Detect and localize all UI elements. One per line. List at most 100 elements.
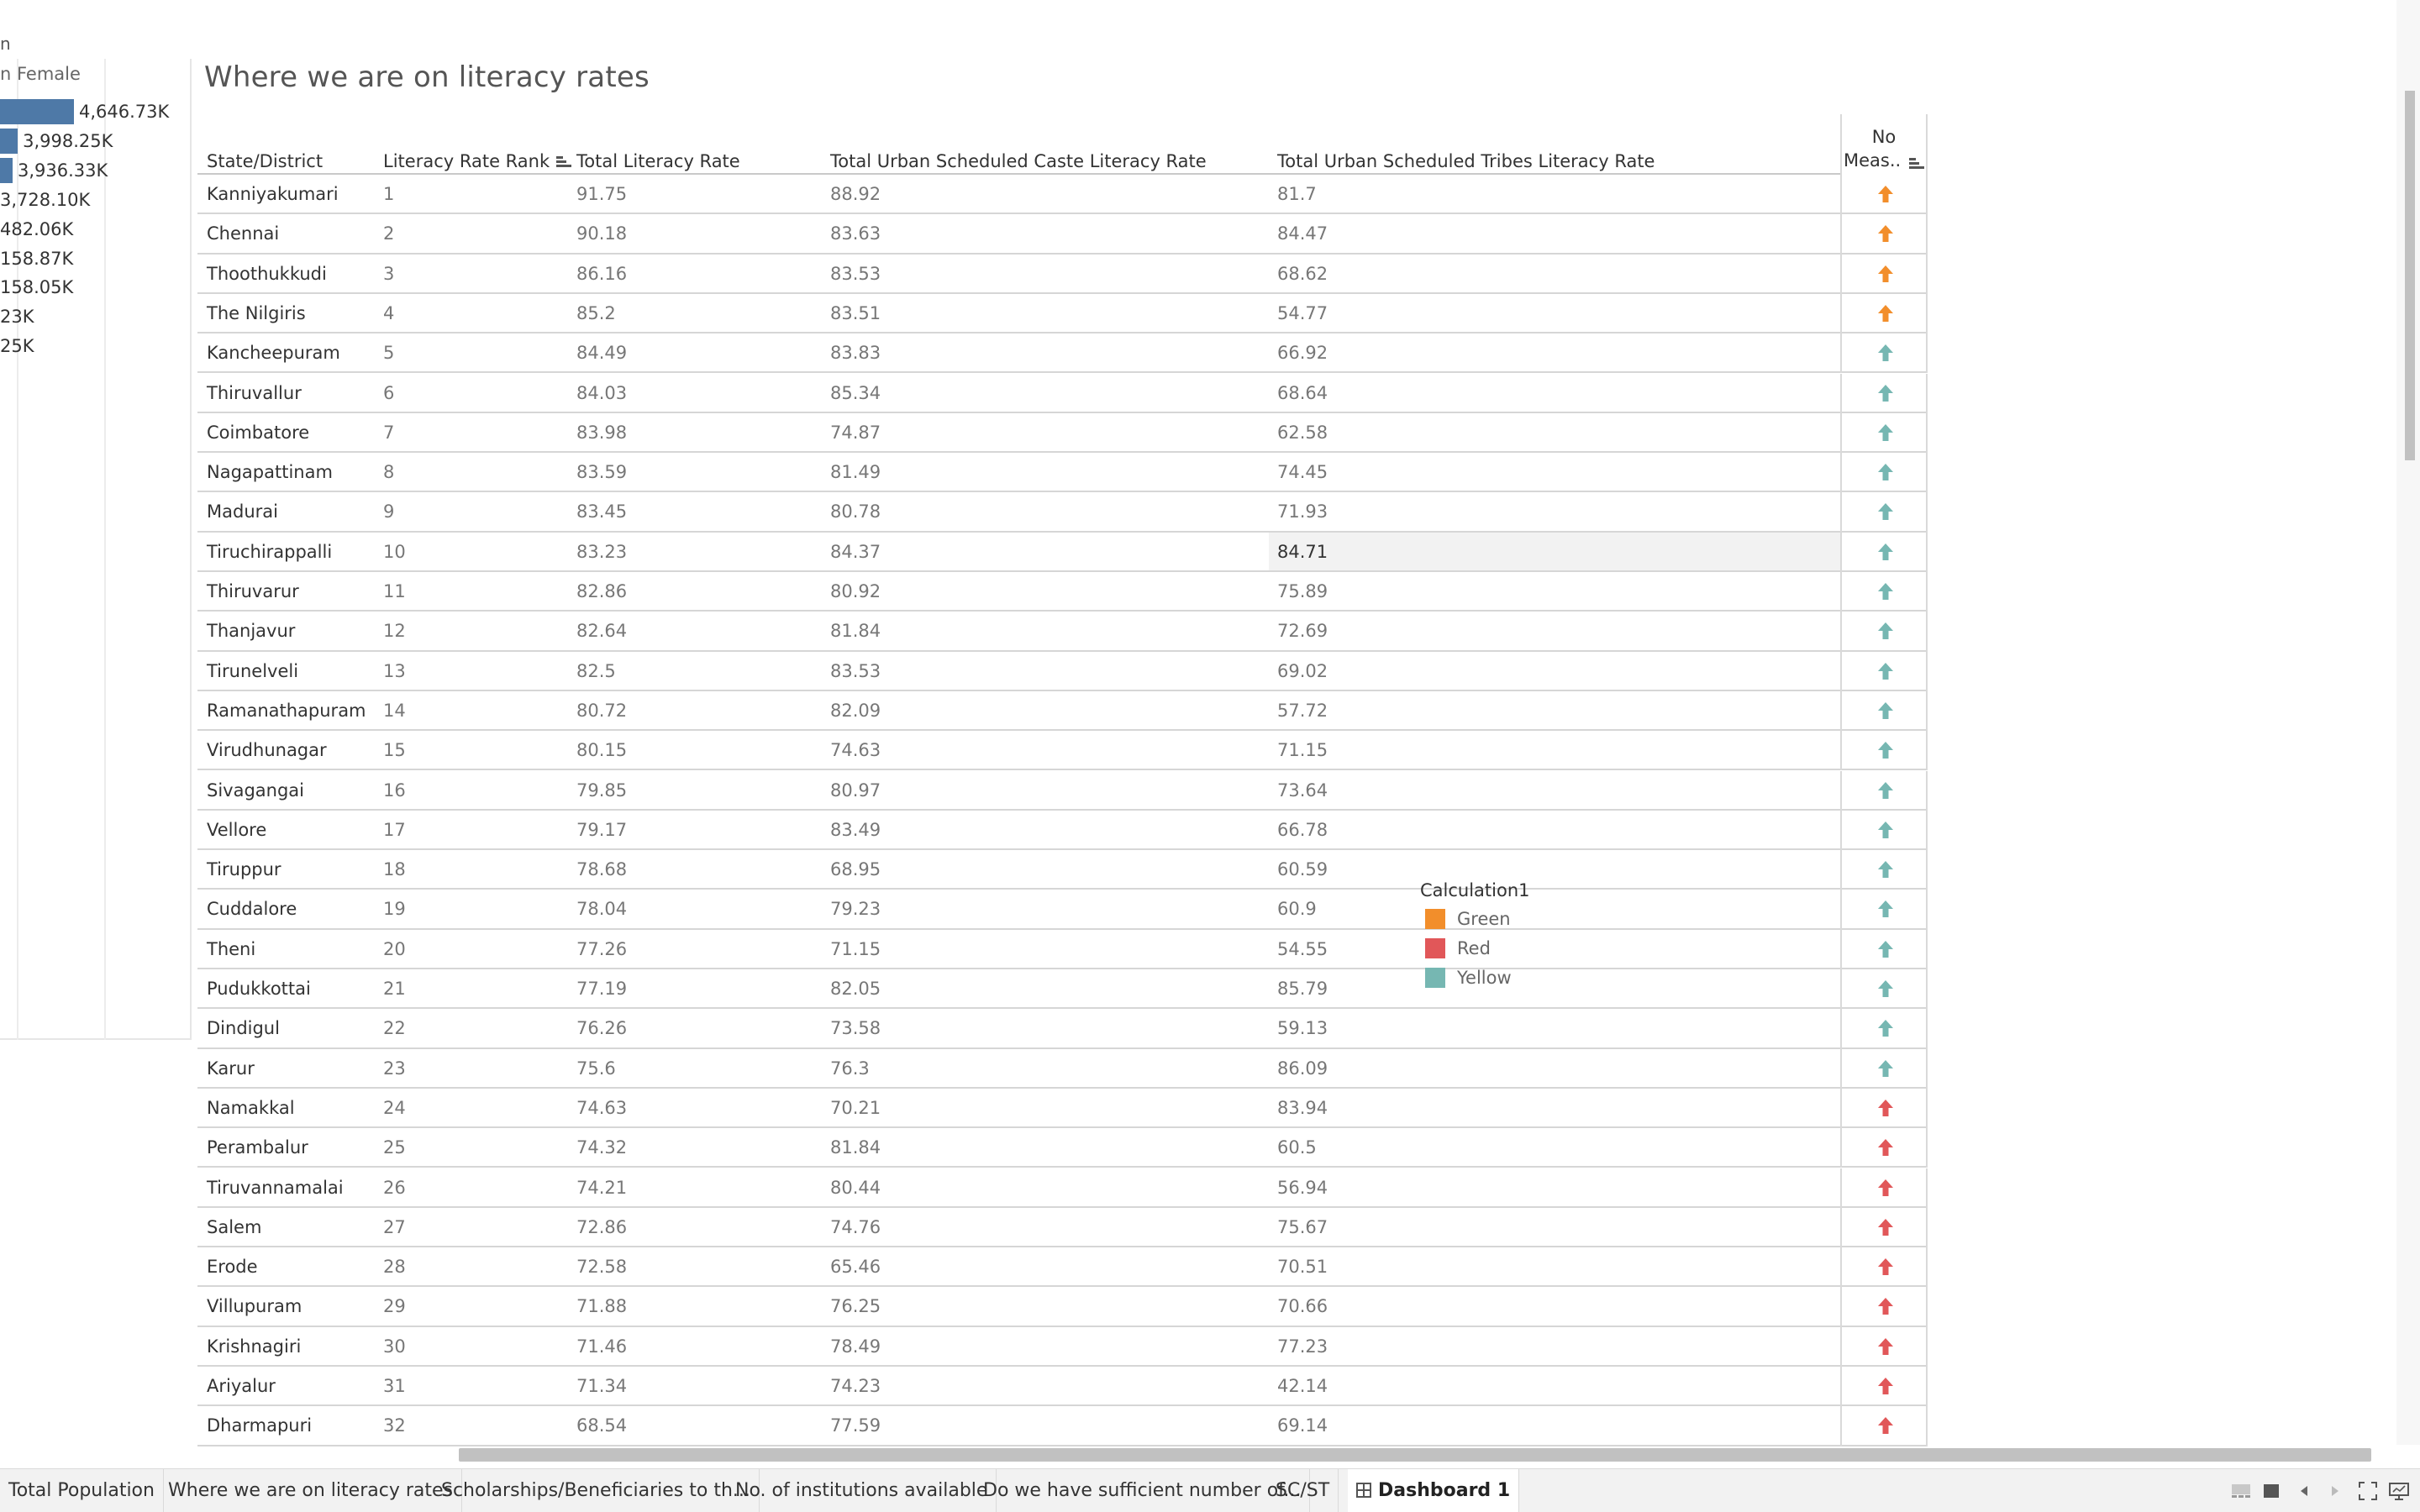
- cell-total[interactable]: 83.98: [576, 413, 627, 453]
- cell-rank[interactable]: 27: [383, 1208, 406, 1247]
- legend-item[interactable]: Yellow: [1420, 963, 1605, 992]
- table-row[interactable]: Cuddalore 19 78.04 79.23 60.9: [197, 890, 1928, 930]
- header-urban-sc-literacy-rate[interactable]: Total Urban Scheduled Caste Literacy Rat…: [830, 114, 1267, 175]
- up-arrow-icon[interactable]: [1876, 423, 1895, 442]
- cell-total[interactable]: 79.85: [576, 771, 627, 811]
- up-arrow-icon[interactable]: [1876, 940, 1895, 958]
- table-row[interactable]: Perambalur 25 74.32 81.84 60.5: [197, 1128, 1928, 1168]
- cell-indicator[interactable]: [1840, 651, 1928, 691]
- cell-sc[interactable]: 83.83: [830, 333, 881, 373]
- cell-total[interactable]: 72.86: [576, 1208, 627, 1247]
- cell-total[interactable]: 83.45: [576, 492, 627, 532]
- legend-item[interactable]: Red: [1420, 933, 1605, 963]
- cell-indicator[interactable]: [1840, 690, 1928, 732]
- cell-state-district[interactable]: Tirunelveli: [207, 652, 298, 691]
- cell-st[interactable]: 68.64: [1277, 374, 1328, 413]
- cell-indicator[interactable]: [1840, 810, 1928, 851]
- table-row[interactable]: Villupuram 29 71.88 76.25 70.66: [197, 1287, 1928, 1327]
- up-arrow-icon[interactable]: [1876, 622, 1895, 640]
- up-arrow-icon[interactable]: [1876, 463, 1895, 481]
- cell-sc[interactable]: 79.23: [830, 890, 881, 929]
- cell-total[interactable]: 84.03: [576, 374, 627, 413]
- cell-state-district[interactable]: Sivagangai: [207, 771, 304, 811]
- cell-indicator[interactable]: [1840, 572, 1928, 612]
- up-arrow-icon[interactable]: [1876, 860, 1895, 879]
- table-row[interactable]: Kanniyakumari 1 91.75 88.92 81.7: [197, 175, 1928, 215]
- up-arrow-icon[interactable]: [1876, 701, 1895, 720]
- cell-sc[interactable]: 74.76: [830, 1208, 881, 1247]
- vertical-scrollbar[interactable]: [2396, 0, 2420, 1445]
- up-arrow-icon[interactable]: [1876, 582, 1895, 601]
- cell-state-district[interactable]: Theni: [207, 930, 255, 969]
- cell-st[interactable]: 57.72: [1277, 691, 1328, 731]
- cell-sc[interactable]: 74.23: [830, 1367, 881, 1406]
- up-arrow-icon[interactable]: [1876, 265, 1895, 283]
- cell-rank[interactable]: 1: [383, 175, 394, 214]
- cell-total[interactable]: 90.18: [576, 214, 627, 254]
- cell-rank[interactable]: 7: [383, 413, 394, 453]
- cell-indicator[interactable]: [1840, 1048, 1928, 1089]
- table-row[interactable]: Ariyalur 31 71.34 74.23 42.14: [197, 1367, 1928, 1407]
- cell-total[interactable]: 83.23: [576, 533, 627, 572]
- cell-rank[interactable]: 25: [383, 1128, 406, 1168]
- cell-sc[interactable]: 82.05: [830, 969, 881, 1009]
- cell-indicator[interactable]: [1840, 175, 1928, 215]
- cell-indicator[interactable]: [1840, 1168, 1928, 1208]
- up-arrow-icon[interactable]: [1876, 1416, 1895, 1435]
- table-row[interactable]: Sivagangai 16 79.85 80.97 73.64: [197, 770, 1928, 811]
- up-arrow-icon[interactable]: [1876, 185, 1895, 203]
- legend-item[interactable]: Green: [1420, 904, 1605, 933]
- cell-rank[interactable]: 29: [383, 1287, 406, 1326]
- table-row[interactable]: Dindigul 22 76.26 73.58 59.13: [197, 1009, 1928, 1049]
- cell-st[interactable]: 71.93: [1277, 492, 1328, 532]
- cell-st[interactable]: 54.77: [1277, 294, 1328, 333]
- table-row[interactable]: Madurai 9 83.45 80.78 71.93: [197, 492, 1928, 533]
- table-row[interactable]: Thiruvarur 11 82.86 80.92 75.89: [197, 572, 1928, 612]
- up-arrow-icon[interactable]: [1876, 543, 1895, 561]
- cell-rank[interactable]: 2: [383, 214, 394, 254]
- cell-rank[interactable]: 13: [383, 652, 406, 691]
- header-no-measure[interactable]: No Meas..: [1840, 114, 1928, 175]
- header-urban-st-literacy-rate[interactable]: Total Urban Scheduled Tribes Literacy Ra…: [1277, 114, 1781, 175]
- cell-st[interactable]: 62.58: [1277, 413, 1328, 453]
- cell-rank[interactable]: 3: [383, 255, 394, 294]
- cell-sc[interactable]: 80.44: [830, 1168, 881, 1208]
- cell-total[interactable]: 78.04: [576, 890, 627, 929]
- up-arrow-icon[interactable]: [1876, 900, 1895, 918]
- table-row[interactable]: Tiruvannamalai 26 74.21 80.44 56.94: [197, 1168, 1928, 1208]
- cell-st[interactable]: 75.67: [1277, 1208, 1328, 1247]
- header-total-literacy-rate[interactable]: Total Literacy Rate: [576, 114, 829, 175]
- table-row[interactable]: Nagapattinam 8 83.59 81.49 74.45: [197, 453, 1928, 493]
- cell-indicator[interactable]: [1840, 1367, 1928, 1407]
- cell-st[interactable]: 70.51: [1277, 1247, 1328, 1287]
- cell-indicator[interactable]: [1840, 890, 1928, 930]
- cell-state-district[interactable]: Perambalur: [207, 1128, 308, 1168]
- cell-state-district[interactable]: Kanniyakumari: [207, 175, 339, 214]
- up-arrow-icon[interactable]: [1876, 741, 1895, 759]
- cell-rank[interactable]: 31: [383, 1367, 406, 1406]
- cell-rank[interactable]: 20: [383, 930, 406, 969]
- cell-state-district[interactable]: Dharmapuri: [207, 1406, 312, 1446]
- cell-sc[interactable]: 74.87: [830, 413, 881, 453]
- table-row[interactable]: Pudukkottai 21 77.19 82.05 85.79: [197, 969, 1928, 1010]
- up-arrow-icon[interactable]: [1876, 1377, 1895, 1395]
- cell-total[interactable]: 78.68: [576, 850, 627, 890]
- cell-total[interactable]: 82.86: [576, 572, 627, 612]
- left-chart-bar-row[interactable]: 25K: [0, 333, 34, 359]
- cell-rank[interactable]: 6: [383, 374, 394, 413]
- color-legend[interactable]: Calculation1 Green Red Yellow: [1420, 880, 1605, 992]
- cell-indicator[interactable]: [1840, 1247, 1928, 1288]
- cell-indicator[interactable]: [1840, 293, 1928, 334]
- table-row[interactable]: Coimbatore 7 83.98 74.87 62.58: [197, 412, 1928, 454]
- cell-sc[interactable]: 81.84: [830, 1128, 881, 1168]
- sheet-tab[interactable]: Scholarships/Beneficiaries to th...: [433, 1469, 760, 1512]
- cell-st[interactable]: 60.5: [1277, 1128, 1317, 1168]
- cell-total[interactable]: 91.75: [576, 175, 627, 214]
- left-chart-bar[interactable]: [0, 99, 74, 124]
- cell-sc[interactable]: 81.49: [830, 453, 881, 492]
- cell-state-district[interactable]: Thiruvarur: [207, 572, 299, 612]
- sheet-tab[interactable]: Where we are on literacy rates: [160, 1469, 462, 1512]
- left-chart-bar-row[interactable]: 482.06K: [0, 217, 73, 242]
- table-row[interactable]: Thanjavur 12 82.64 81.84 72.69: [197, 612, 1928, 652]
- cell-state-district[interactable]: Tiruvannamalai: [207, 1168, 344, 1208]
